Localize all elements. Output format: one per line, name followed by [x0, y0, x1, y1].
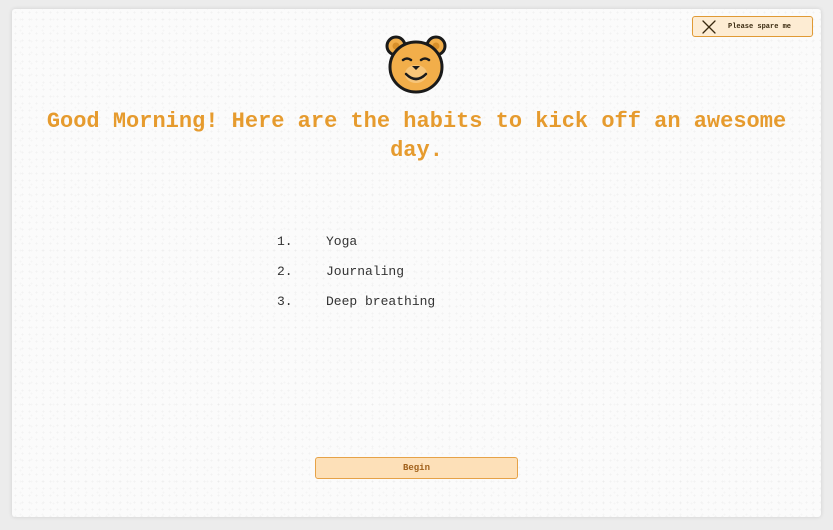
list-item: 2. Journaling — [277, 256, 577, 286]
begin-button[interactable]: Begin — [315, 457, 518, 479]
main-window: Please spare me Good Morning! Here are t… — [12, 9, 821, 517]
please-spare-me-button[interactable]: Please spare me — [692, 16, 813, 37]
x-icon — [702, 19, 716, 34]
please-spare-me-label: Please spare me — [728, 22, 792, 31]
list-item: 1. Yoga — [277, 226, 577, 256]
list-item: 3. Deep breathing — [277, 286, 577, 316]
page-heading: Good Morning! Here are the habits to kic… — [46, 109, 787, 163]
habit-label: Journaling — [326, 263, 405, 279]
habit-label: Deep breathing — [326, 293, 436, 309]
habit-label: Yoga — [326, 233, 358, 249]
habit-number: 1. — [277, 233, 293, 249]
habit-number: 3. — [277, 293, 293, 309]
smiling-bear-icon — [385, 35, 447, 94]
habit-list: 1. Yoga 2. Journaling 3. Deep breathing — [277, 226, 577, 316]
habit-number: 2. — [277, 263, 293, 279]
